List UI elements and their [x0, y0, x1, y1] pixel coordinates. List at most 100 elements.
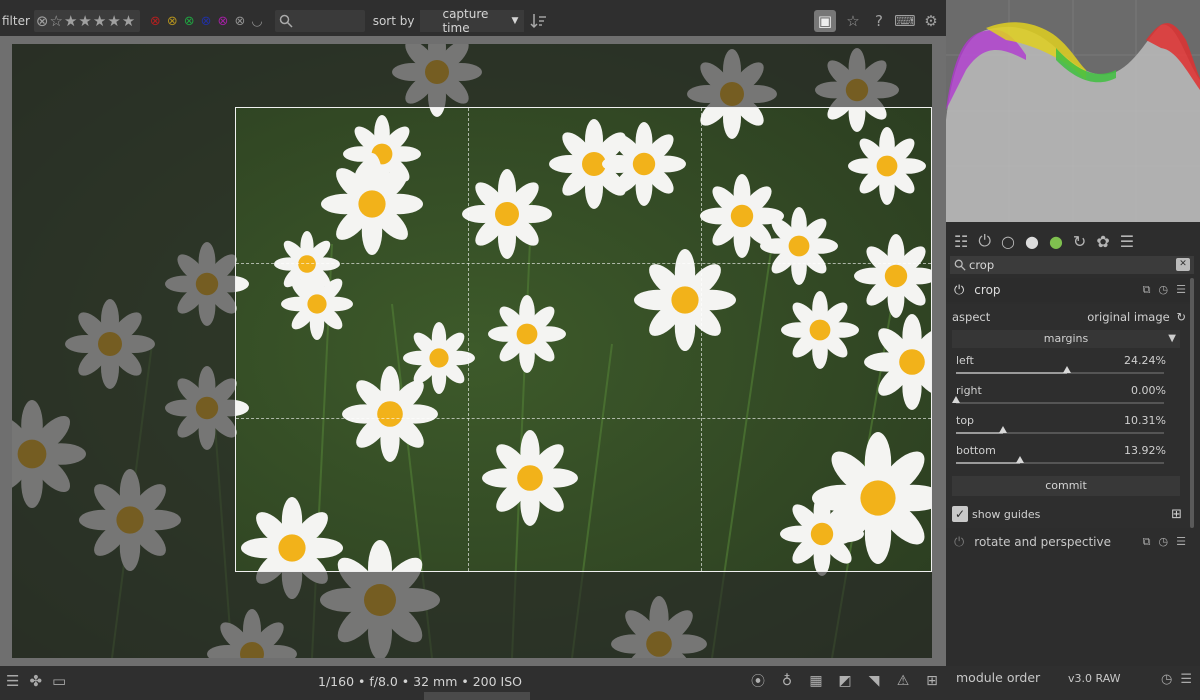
guides-icon[interactable]: ⊞ [922, 671, 942, 691]
color-modules-icon[interactable]: ● [1049, 232, 1063, 251]
slider-fill [956, 372, 1067, 374]
margins-label: margins [1043, 332, 1089, 345]
guides-settings-icon[interactable]: ⊞ [1171, 507, 1182, 522]
commit-button[interactable]: commit [952, 476, 1180, 496]
styles-icon[interactable]: ✤ [29, 672, 42, 690]
star-icon[interactable]: ★ [107, 12, 120, 30]
presets-menu-icon[interactable]: ☰ [1120, 232, 1134, 251]
module-scrollbar[interactable] [1190, 278, 1194, 528]
star-icon[interactable]: ☆ [50, 12, 63, 30]
reset-icon[interactable]: ◷ [1159, 535, 1169, 549]
display-icon[interactable]: ▭ [52, 672, 66, 690]
chevron-down-icon: ▼ [511, 16, 519, 26]
filmstrip-toggle-tab[interactable] [424, 692, 530, 700]
focus-peaking-icon[interactable]: ⦿ [748, 671, 768, 691]
color-assessment-icon[interactable]: ▦ [806, 671, 826, 691]
slider-0[interactable]: left 24.24% [952, 354, 1178, 382]
color-label-red-icon[interactable]: ⊗ [150, 14, 161, 29]
aspect-row[interactable]: aspect original image ↻ [952, 310, 1186, 324]
presets-icon[interactable]: ☰ [1180, 672, 1192, 687]
search-icon [954, 259, 966, 271]
module-search-value: crop [969, 258, 995, 272]
slider-thumb[interactable] [999, 426, 1008, 433]
sort-select-value: capture time [442, 7, 489, 35]
slider-fill [956, 462, 1020, 464]
margins-section-header[interactable]: margins ▼ [952, 330, 1180, 348]
presets-icon[interactable]: ☰ [1176, 535, 1186, 549]
sort-select[interactable]: capture time ▼ [420, 7, 525, 35]
crop-guide-horizontal [236, 263, 931, 264]
show-guides-row[interactable]: ✓ show guides ⊞ [952, 504, 1182, 524]
image-canvas[interactable] [12, 44, 932, 658]
star-icon[interactable]: ★ [122, 12, 135, 30]
module-search-input[interactable]: crop ✕ [950, 256, 1194, 274]
rotate-perspective-module-header[interactable]: ⏻ rotate and perspective ⧉ ◷ ☰ [946, 530, 1192, 554]
active-modules-icon[interactable]: ⏻ [978, 231, 991, 251]
color-label-yellow-icon[interactable]: ⊗ [167, 14, 178, 29]
slider-label: top [956, 414, 975, 427]
gear-icon[interactable]: ⚙ [922, 12, 940, 30]
slider-track[interactable] [956, 456, 1164, 464]
module-order-label: module order [956, 670, 1041, 685]
color-label-and-or-icon[interactable]: ◡ [251, 14, 262, 29]
effect-modules-icon[interactable]: ✿ [1096, 232, 1109, 251]
color-label-green-icon[interactable]: ⊗ [184, 14, 195, 29]
power-icon[interactable]: ⏻ [954, 283, 964, 298]
presets-icon[interactable]: ☰ [1176, 283, 1186, 297]
crop-module-header[interactable]: ⏻ crop ⧉ ◷ ☰ [946, 278, 1192, 302]
slider-1[interactable]: right 0.00% [952, 384, 1178, 412]
star-icon[interactable]: ★ [64, 12, 77, 30]
power-icon[interactable]: ⏻ [954, 535, 964, 550]
aspect-label: aspect [952, 310, 991, 324]
menu-icon[interactable]: ☰ [6, 672, 19, 690]
reject-icon[interactable]: ⊗ [36, 12, 49, 30]
crop-area[interactable] [235, 107, 932, 572]
color-label-blue-icon[interactable]: ⊗ [201, 14, 212, 29]
slider-thumb[interactable] [952, 396, 960, 403]
sort-direction-icon[interactable] [530, 12, 548, 30]
multi-instance-icon[interactable]: ⧉ [1143, 283, 1151, 297]
keyboard-icon[interactable]: ⌨ [894, 12, 916, 30]
darkroom-center-view [0, 36, 946, 666]
help-icon[interactable]: ? [870, 12, 888, 30]
star-icon[interactable]: ★ [93, 12, 106, 30]
histogram[interactable] [946, 0, 1200, 222]
gamut-check-icon[interactable]: ⚠ [893, 671, 913, 691]
right-panel: ☷ ⏻ ○ ● ● ↻ ✿ ☰ crop ✕ ⏻ crop ⧉ ◷ ☰ aspe… [946, 0, 1200, 666]
correction-modules-icon[interactable]: ↻ [1073, 232, 1086, 251]
reset-icon[interactable]: ◷ [1159, 283, 1169, 297]
rating-filter[interactable]: ⊗ ☆ ★ ★ ★ ★ ★ [33, 10, 140, 32]
crop-guide-horizontal [236, 418, 931, 419]
slider-track[interactable] [952, 396, 1164, 404]
multi-instance-icon[interactable]: ⧉ [1143, 535, 1151, 549]
color-label-purple-icon[interactable]: ⊗ [218, 14, 229, 29]
slider-track[interactable] [956, 366, 1164, 374]
sort-by-label: sort by [372, 14, 415, 28]
module-order-value[interactable]: v3.0 RAW [1068, 672, 1121, 685]
slider-track[interactable] [956, 426, 1164, 434]
slider-2[interactable]: top 10.31% [952, 414, 1178, 442]
color-label-gray-icon[interactable]: ⊗ [234, 14, 245, 29]
show-guides-checkbox[interactable]: ✓ [952, 506, 968, 522]
collection-search-input[interactable] [274, 10, 365, 32]
slider-3[interactable]: bottom 13.92% [952, 444, 1178, 472]
quick-access-icon[interactable]: ☷ [954, 232, 968, 251]
clear-search-icon[interactable]: ✕ [1176, 258, 1190, 271]
slider-thumb[interactable] [1062, 366, 1071, 373]
star-icon[interactable]: ★ [78, 12, 91, 30]
overlay-icon[interactable]: ▣ [814, 10, 836, 32]
module-title: rotate and perspective [974, 535, 1111, 549]
raw-overexposed-icon[interactable]: ◩ [835, 671, 855, 691]
softproof-icon[interactable]: ◥ [864, 671, 884, 691]
slider-fill [956, 432, 1004, 434]
bulb-icon[interactable]: ♁ [777, 671, 797, 691]
reset-icon[interactable]: ◷ [1161, 672, 1172, 687]
star-icon[interactable]: ☆ [844, 12, 862, 30]
color-label-filter: ⊗ ⊗ ⊗ ⊗ ⊗ ⊗ ◡ [150, 14, 263, 29]
tone-modules-icon[interactable]: ● [1025, 232, 1039, 251]
base-modules-icon[interactable]: ○ [1001, 232, 1015, 251]
swap-orientation-icon[interactable]: ↻ [1176, 310, 1186, 324]
slider-thumb[interactable] [1015, 456, 1024, 463]
slider-value: 13.92% [1124, 444, 1166, 457]
slider-value: 10.31% [1124, 414, 1166, 427]
